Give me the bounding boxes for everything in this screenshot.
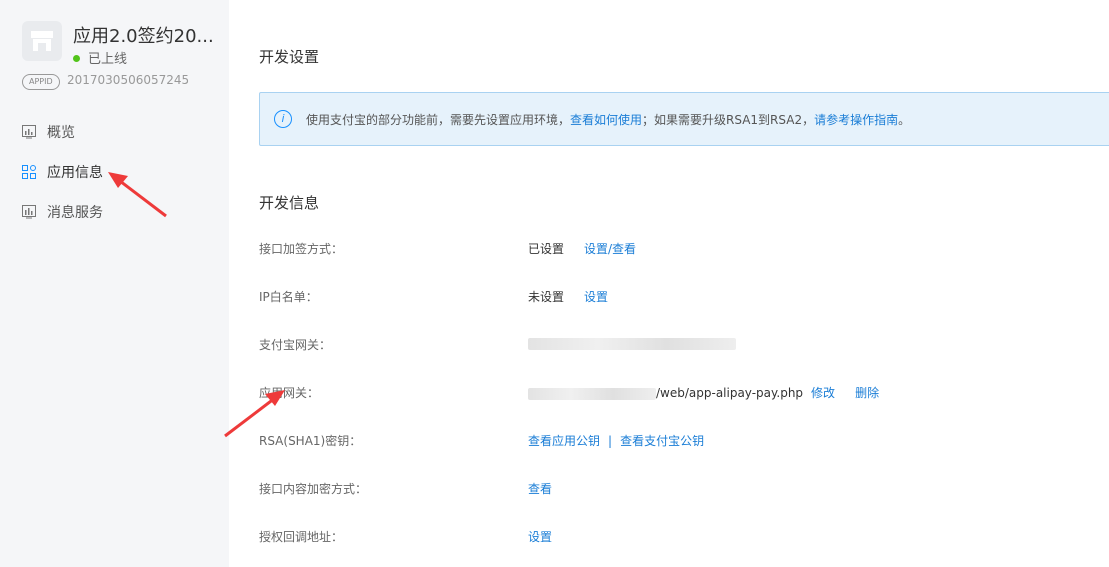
app-gateway-value: /web/app-alipay-pay.php 修改 删除 bbox=[528, 384, 879, 401]
appid-badge: APPID bbox=[22, 74, 60, 90]
info-icon: i bbox=[274, 110, 292, 128]
sidebar: 应用2.0签约20... 已上线 APPID 2017030506057245 … bbox=[0, 0, 229, 567]
app-status-label: 已上线 bbox=[88, 52, 128, 67]
app-gateway-url-suffix: /web/app-alipay-pay.php bbox=[656, 386, 804, 400]
info-notice: i 使用支付宝的部分功能前，需要先设置应用环境，查看如何使用；如果需要升级RSA… bbox=[259, 92, 1109, 146]
link-separator: | bbox=[608, 434, 613, 448]
auth-callback-set-link[interactable]: 设置 bbox=[528, 530, 552, 544]
redacted-gateway-url bbox=[528, 337, 736, 350]
operation-guide-link[interactable]: 请参考操作指南 bbox=[814, 113, 898, 127]
notice-text-after: 。 bbox=[898, 113, 911, 127]
sign-method-value: 已设置 设置/查看 bbox=[528, 240, 636, 257]
sidebar-item-label: 概览 bbox=[47, 125, 75, 141]
sign-method-label: 接口加签方式： bbox=[259, 242, 344, 256]
sign-method-set-view-link[interactable]: 设置/查看 bbox=[584, 242, 636, 256]
monitor-chart-icon bbox=[22, 205, 36, 219]
alipay-gateway-value bbox=[528, 336, 736, 350]
auth-callback-value: 设置 bbox=[528, 528, 552, 545]
sidebar-item-message-service[interactable]: 消息服务 bbox=[22, 202, 103, 222]
sidebar-item-overview[interactable]: 概览 bbox=[22, 122, 75, 142]
grid-apps-icon bbox=[22, 165, 36, 179]
ip-whitelist-value: 未设置 设置 bbox=[528, 288, 608, 305]
dev-info-title: 开发信息 bbox=[259, 194, 320, 212]
how-to-use-link[interactable]: 查看如何使用 bbox=[570, 113, 642, 127]
sidebar-item-app-info[interactable]: 应用信息 bbox=[22, 162, 103, 182]
sign-method-status: 已设置 bbox=[528, 242, 565, 256]
encryption-method-label: 接口内容加密方式： bbox=[259, 482, 368, 496]
rsa-key-value: 查看应用公钥 | 查看支付宝公钥 bbox=[528, 432, 704, 449]
redacted-app-gateway-url bbox=[528, 387, 656, 400]
main-content: 开发设置 i 使用支付宝的部分功能前，需要先设置应用环境，查看如何使用；如果需要… bbox=[224, 0, 1109, 567]
app-gateway-modify-link[interactable]: 修改 bbox=[811, 386, 835, 400]
ip-whitelist-status: 未设置 bbox=[528, 290, 565, 304]
app-name: 应用2.0签约20... bbox=[73, 26, 214, 47]
dev-settings-title: 开发设置 bbox=[259, 48, 320, 66]
chart-icon bbox=[22, 125, 36, 139]
auth-callback-label: 授权回调地址： bbox=[259, 530, 344, 544]
app-store-icon bbox=[22, 21, 62, 61]
sidebar-item-label: 应用信息 bbox=[47, 165, 103, 181]
view-app-public-key-link[interactable]: 查看应用公钥 bbox=[528, 434, 600, 448]
rsa-key-label: RSA(SHA1)密钥： bbox=[259, 434, 362, 448]
encryption-method-value: 查看 bbox=[528, 480, 552, 497]
app-status: 已上线 bbox=[73, 48, 127, 67]
online-status-dot bbox=[73, 55, 80, 62]
alipay-gateway-label: 支付宝网关： bbox=[259, 338, 332, 352]
notice-text-middle: ；如果需要升级RSA1到RSA2， bbox=[642, 113, 815, 127]
notice-text-before: 使用支付宝的部分功能前，需要先设置应用环境， bbox=[306, 113, 571, 127]
app-gateway-delete-link[interactable]: 删除 bbox=[855, 386, 879, 400]
annotation-arrow-icon bbox=[108, 172, 167, 218]
notice-text: 使用支付宝的部分功能前，需要先设置应用环境，查看如何使用；如果需要升级RSA1到… bbox=[306, 111, 910, 128]
ip-whitelist-label: IP白名单： bbox=[259, 290, 318, 304]
encryption-view-link[interactable]: 查看 bbox=[528, 482, 552, 496]
appid-value: 2017030506057245 bbox=[67, 73, 190, 87]
sidebar-item-label: 消息服务 bbox=[47, 205, 103, 221]
view-alipay-public-key-link[interactable]: 查看支付宝公钥 bbox=[620, 434, 704, 448]
ip-whitelist-set-link[interactable]: 设置 bbox=[584, 290, 608, 304]
